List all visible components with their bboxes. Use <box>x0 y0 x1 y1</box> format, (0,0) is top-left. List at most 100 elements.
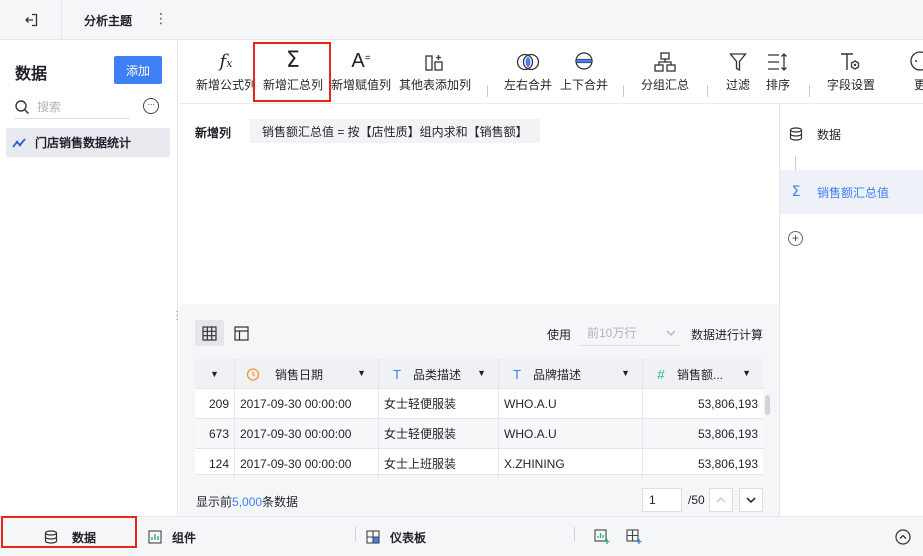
database-icon <box>789 127 803 141</box>
tool-label: 新增赋值列 <box>330 78 391 92</box>
use-label: 使用 <box>547 328 572 342</box>
chevron-down-icon <box>746 497 756 504</box>
formula-expression[interactable]: 销售额汇总值 = 按【店性质】组内求和【销售额】 <box>250 119 540 143</box>
chevron-up-icon <box>716 497 726 503</box>
table-header: ▼ 销售日期 ▼ T 品类描述 ▼ T 品牌描述 ▼ # 销售额... ▼ <box>195 359 763 389</box>
collapse-button[interactable] <box>895 517 911 556</box>
formula-area: 新增列 销售额汇总值 = 按【店性质】组内求和【销售额】 <box>179 104 779 304</box>
merge-horizontal-button[interactable]: 左右合并 <box>501 40 555 104</box>
more-icon <box>910 51 923 71</box>
toolbar-divider <box>487 85 488 97</box>
column-header-index[interactable]: ▼ <box>195 359 235 389</box>
grid-view-button[interactable] <box>195 320 224 346</box>
group-summary-button[interactable]: 分组汇总 <box>635 40 695 104</box>
cell-sales: 53,806,193 <box>697 426 758 441</box>
prev-page-button[interactable] <box>709 488 733 512</box>
step-label: 数据 <box>817 127 842 142</box>
more-tools-button[interactable]: 更 <box>909 40 923 104</box>
cell-sales: 53,806,193 <box>697 456 758 471</box>
table-scrollbar[interactable] <box>765 395 770 415</box>
caret-down-icon: ▼ <box>357 368 366 378</box>
column-name: 品牌描述 <box>533 367 582 382</box>
add-dashboard-icon <box>626 529 642 544</box>
dataset-item[interactable]: 门店销售数据统计 <box>6 128 170 157</box>
sort-icon <box>768 53 787 71</box>
add-component-button[interactable] <box>594 517 610 556</box>
add-step-icon[interactable]: + <box>788 231 803 246</box>
cell-sales: 53,806,193 <box>697 396 758 411</box>
exit-button[interactable] <box>0 0 62 39</box>
tool-label: 左右合并 <box>503 78 552 92</box>
caret-down-icon: ▼ <box>742 368 751 378</box>
column-name: 销售日期 <box>275 367 324 382</box>
tab-dashboard[interactable]: 仪表板 <box>366 517 426 556</box>
table-layout-icon <box>234 325 249 341</box>
add-dashboard-button[interactable] <box>626 517 642 556</box>
group-icon <box>654 52 676 72</box>
sigma-icon: Σ <box>791 184 801 200</box>
tool-label: 过滤 <box>725 78 750 92</box>
merge-horizontal-icon <box>516 53 540 71</box>
detail-view-button[interactable] <box>227 320 256 346</box>
topic-more-button[interactable]: ⋮ <box>154 10 168 27</box>
tool-label: 上下合并 <box>559 78 608 92</box>
new-column-label: 新增列 <box>195 126 232 140</box>
bottom-bar: 数据 组件 仪表板 <box>0 516 923 556</box>
search-icon <box>15 99 30 114</box>
next-page-button[interactable] <box>739 488 763 512</box>
tab-label: 仪表板 <box>390 530 427 545</box>
tool-label: 新增公式列 <box>195 78 256 92</box>
add-assign-column-button[interactable]: A= 新增赋值列 <box>329 40 393 104</box>
table-row: 124 2017-09-30 00:00:00 女士上班服装 X.ZHINING… <box>195 449 763 478</box>
clock-icon <box>246 367 260 381</box>
tab-component[interactable]: 组件 <box>148 517 196 556</box>
merge-vertical-button[interactable]: 上下合并 <box>557 40 611 104</box>
number-type-icon: # <box>657 366 665 382</box>
more-options-icon[interactable]: ··· <box>143 98 159 114</box>
column-header-date[interactable]: 销售日期 ▼ <box>235 359 379 389</box>
toolbar-divider <box>809 85 810 97</box>
footer-suffix: 条数据 <box>262 495 299 509</box>
add-formula-column-button[interactable]: fx 新增公式列 <box>195 40 257 104</box>
footer-prefix: 显示前 <box>196 495 233 509</box>
cell-brand: WHO.A.U <box>499 419 643 448</box>
row-limit-select[interactable]: 前10万行 <box>579 320 679 346</box>
tool-label: 字段设置 <box>826 78 875 92</box>
chart-icon <box>148 530 162 544</box>
step-data[interactable]: 数据 <box>780 112 923 156</box>
page-total: /50 <box>688 493 705 507</box>
steps-panel: 数据 Σ 销售额汇总值 + <box>779 104 923 516</box>
row-limit-value: 前10万行 <box>587 326 637 340</box>
step-summary-value[interactable]: Σ 销售额汇总值 <box>780 170 923 214</box>
caret-down-icon: ▼ <box>210 369 219 379</box>
filter-icon <box>729 53 747 72</box>
step-label: 销售额汇总值 <box>817 185 890 200</box>
dataset-name: 门店销售数据统计 <box>35 136 132 150</box>
cell-brand: X.ZHINING <box>499 449 643 478</box>
field-settings-button[interactable]: 字段设置 <box>821 40 881 104</box>
exit-icon <box>24 13 37 26</box>
column-header-sales[interactable]: # 销售额... ▼ <box>643 359 763 389</box>
table-row: 209 2017-09-30 00:00:00 女士轻便服装 WHO.A.U 5… <box>195 389 763 419</box>
tool-label: 分组汇总 <box>640 78 689 92</box>
caret-down-icon: ▼ <box>477 368 486 378</box>
table-row: 673 2017-09-30 00:00:00 女士轻便服装 WHO.A.U 5… <box>195 419 763 449</box>
add-column-from-other-table-button[interactable]: 其他表添加列 <box>397 40 473 104</box>
sort-button[interactable]: 排序 <box>759 40 797 104</box>
dashboard-icon <box>366 530 380 544</box>
tab-divider <box>355 527 356 541</box>
add-data-button[interactable]: 添加 <box>114 56 162 84</box>
search-input[interactable] <box>37 99 127 114</box>
column-header-brand[interactable]: T 品牌描述 ▼ <box>499 359 643 389</box>
cell-index: 673 <box>195 419 235 448</box>
tab-label: 组件 <box>172 530 197 545</box>
cell-category: 女士轻便服装 <box>379 389 499 418</box>
page-number-input[interactable] <box>642 488 682 512</box>
chevron-down-icon <box>666 330 676 336</box>
row-count-text: 显示前5,000条数据 <box>196 493 298 510</box>
filter-button[interactable]: 过滤 <box>719 40 757 104</box>
toolbar-divider <box>623 85 624 97</box>
column-header-category[interactable]: T 品类描述 ▼ <box>379 359 499 389</box>
highlight-summary-column <box>253 42 331 102</box>
cell-date: 2017-09-30 00:00:00 <box>235 389 379 418</box>
